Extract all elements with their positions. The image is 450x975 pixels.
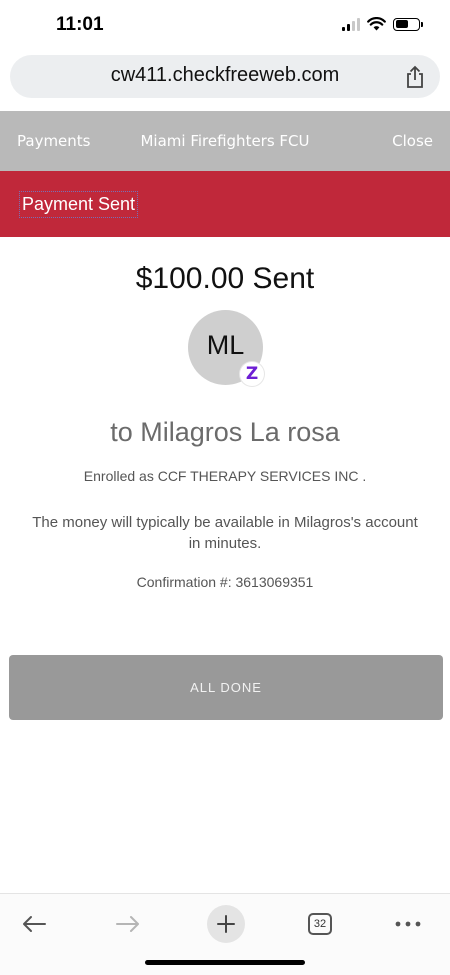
banner-title: Payment Sent (19, 191, 139, 218)
more-button[interactable] (386, 902, 430, 946)
plus-icon (217, 915, 235, 933)
home-indicator (145, 960, 305, 965)
new-tab-button[interactable] (204, 902, 248, 946)
availability-note: The money will typically be available in… (32, 514, 418, 552)
tabs-button[interactable]: 32 (298, 902, 342, 946)
cellular-signal-icon (342, 17, 360, 31)
battery-icon (393, 17, 423, 31)
back-button[interactable] (12, 902, 56, 946)
zelle-icon: Z (240, 362, 264, 386)
forward-button[interactable] (106, 902, 150, 946)
url-text[interactable]: cw411.checkfreeweb.com (10, 64, 440, 87)
payment-amount: $100.00 Sent (135, 262, 315, 295)
wifi-icon (367, 17, 386, 31)
status-banner: Payment Sent (0, 171, 450, 237)
share-icon[interactable] (404, 65, 426, 89)
tab-count: 32 (308, 913, 332, 935)
avatar-initials: ML (206, 330, 245, 360)
app-nav-bar: Miami Firefighters FCU Payments Close (0, 111, 450, 171)
payments-link[interactable]: Payments (17, 132, 90, 150)
status-icons (342, 17, 423, 31)
forward-arrow-icon (116, 916, 139, 932)
back-arrow-icon (23, 916, 46, 932)
close-link[interactable]: Close (392, 132, 433, 150)
status-bar: 11:01 (0, 0, 450, 50)
recipient-name: to Milagros La rosa (110, 417, 340, 447)
enrolled-as: Enrolled as CCF THERAPY SERVICES INC . (83, 468, 367, 484)
confirmation-number: Confirmation #: 3613069351 (136, 574, 314, 590)
all-done-button[interactable]: ALL DONE (9, 655, 443, 720)
address-bar[interactable]: cw411.checkfreeweb.com (10, 55, 440, 98)
status-time: 11:01 (56, 14, 104, 35)
more-icon (395, 921, 421, 927)
